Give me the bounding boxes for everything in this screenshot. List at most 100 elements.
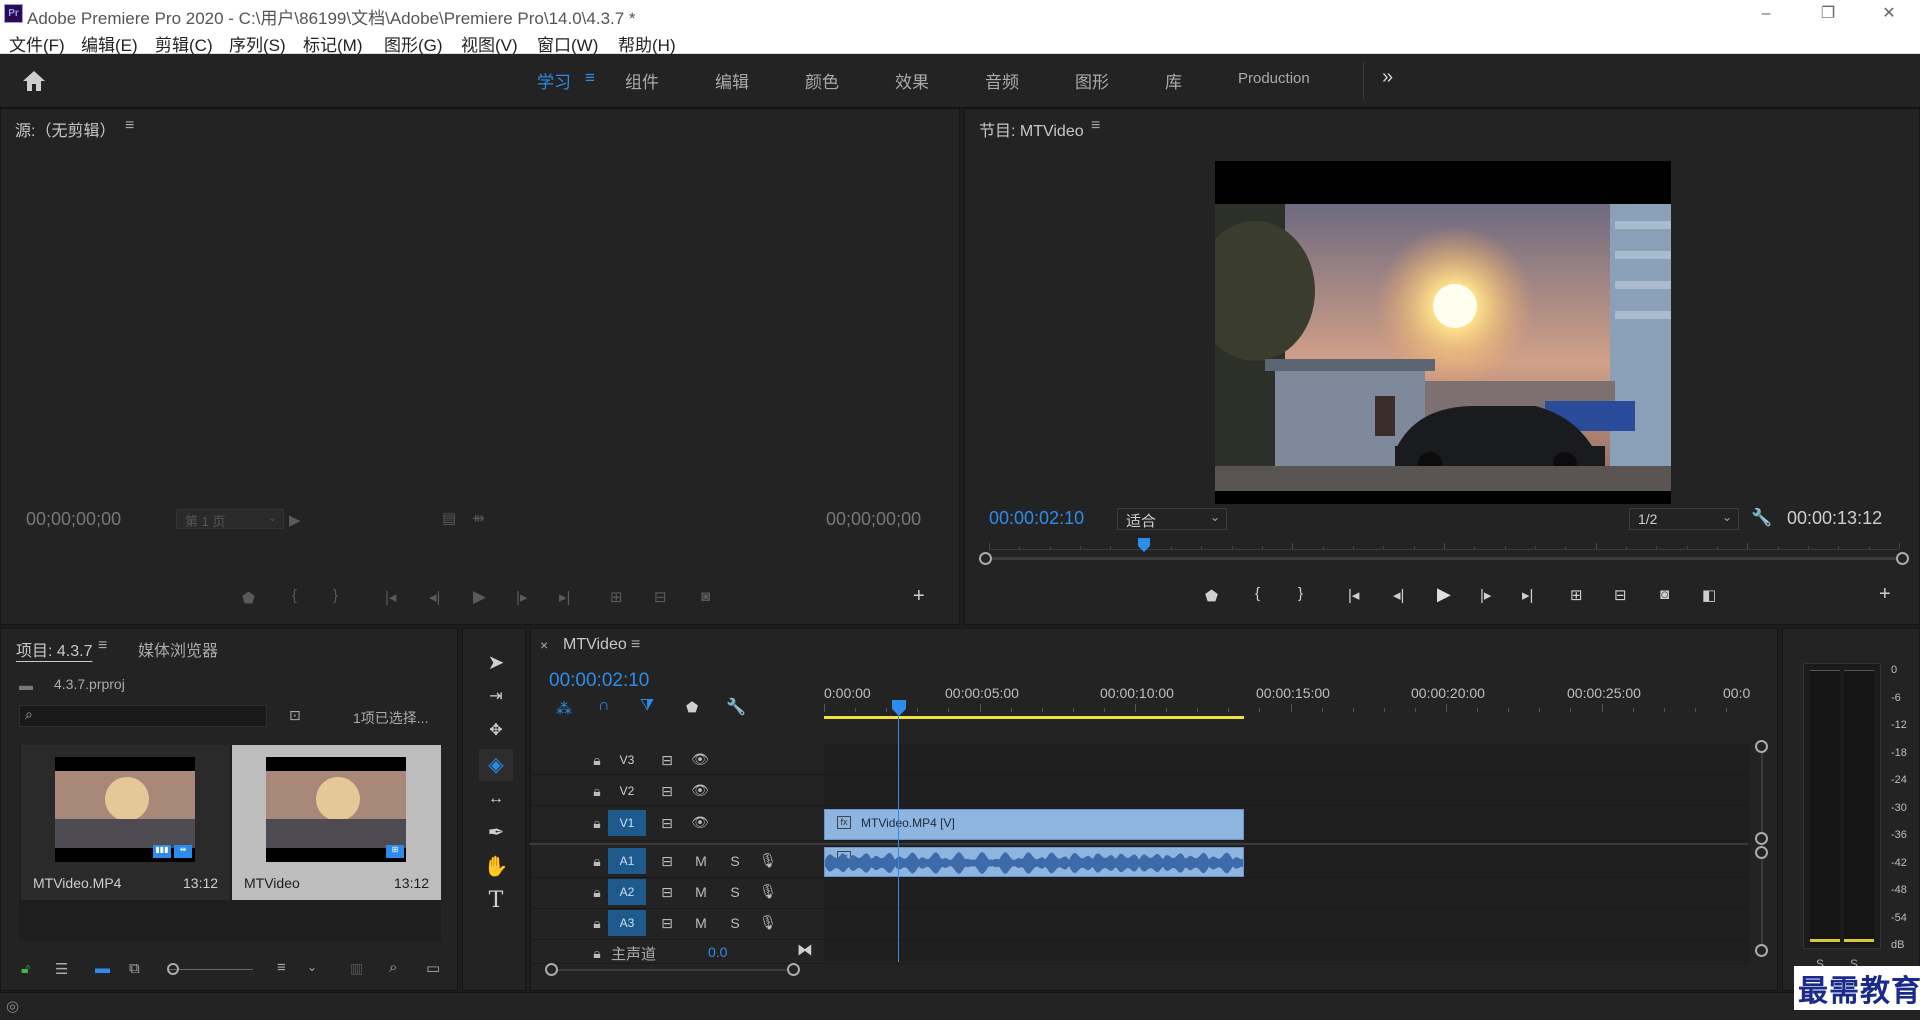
overwrite-clip-icon[interactable]: ⊟ xyxy=(654,588,667,606)
timeline-timecode[interactable]: 00:00:02:10 xyxy=(549,670,649,692)
program-playhead[interactable] xyxy=(1137,538,1150,552)
eye-icon[interactable]: 👁︎ xyxy=(690,782,710,799)
eye-icon[interactable]: 👁︎ xyxy=(690,751,710,768)
menu-sequence[interactable]: 序列(S) xyxy=(229,31,286,56)
pen-tool-icon[interactable]: ✒ xyxy=(479,817,513,849)
scrubber-end-handle[interactable] xyxy=(1896,552,1909,565)
source-timecode-current[interactable]: 00;00;00;00 xyxy=(26,509,121,530)
go-to-out-icon[interactable]: ▸| xyxy=(559,588,570,606)
solo-button[interactable]: S xyxy=(725,915,745,931)
close-button[interactable]: ✕ xyxy=(1866,2,1912,26)
workspace-tab-audio[interactable]: 音频 xyxy=(985,68,1019,93)
go-to-edit-icon[interactable]: ⧓ xyxy=(797,940,813,960)
source-monitor-title[interactable]: 源:（无剪辑） xyxy=(15,117,115,141)
lock-icon[interactable]: 🔓︎ xyxy=(21,960,30,977)
add-marker-icon[interactable]: ⬟ xyxy=(1205,587,1218,605)
program-scrubber[interactable] xyxy=(979,536,1909,566)
microphone-icon[interactable]: 🎙︎ xyxy=(758,852,778,869)
sync-lock-icon[interactable]: ⊟ xyxy=(657,815,677,832)
lock-icon[interactable]: 🔒︎ xyxy=(587,783,607,800)
mark-in-icon[interactable]: { xyxy=(292,587,297,604)
lock-icon[interactable]: 🔒︎ xyxy=(587,853,607,870)
step-back-icon[interactable]: ◂| xyxy=(429,588,440,606)
panel-menu-icon[interactable]: ≡ xyxy=(631,636,640,654)
new-bin-icon[interactable]: ▭ xyxy=(426,959,440,977)
zoom-slider-handle[interactable] xyxy=(167,963,179,975)
add-button-icon[interactable]: + xyxy=(1879,583,1891,606)
play-arrow-icon[interactable]: ▶ xyxy=(289,511,301,529)
camera-icon[interactable]: ◙ xyxy=(1660,586,1669,603)
razor-tool-icon[interactable]: ◈ xyxy=(479,749,513,781)
solo-button[interactable]: S xyxy=(725,853,745,869)
creative-cloud-icon[interactable]: ◎ xyxy=(6,997,19,1015)
eye-icon[interactable]: 👁︎ xyxy=(690,814,710,831)
track-target-v3[interactable]: V3 xyxy=(608,747,646,773)
workspace-menu-icon[interactable]: ≡ xyxy=(585,68,595,88)
comparison-view-icon[interactable]: ◧ xyxy=(1702,586,1716,604)
resolution-select[interactable]: 1/2 ⌄ xyxy=(1629,508,1739,530)
workspace-tab-effects[interactable]: 效果 xyxy=(895,68,929,93)
panel-menu-icon[interactable]: ≡ xyxy=(125,117,134,135)
mute-button[interactable]: M xyxy=(691,853,711,869)
solo-button[interactable]: S xyxy=(725,884,745,900)
lock-icon[interactable]: 🔒︎ xyxy=(587,945,607,962)
restore-button[interactable]: ❐ xyxy=(1805,2,1851,26)
menu-edit[interactable]: 编辑(E) xyxy=(81,31,138,56)
menu-window[interactable]: 窗口(W) xyxy=(537,31,598,56)
list-view-icon[interactable]: ☰ xyxy=(55,960,68,978)
audio-clip[interactable]: fx xyxy=(824,847,1244,877)
timeline-tab[interactable]: MTVideo xyxy=(563,636,627,654)
hand-tool-icon[interactable]: ✋ xyxy=(479,851,513,883)
ripple-edit-tool-icon[interactable]: ✥ xyxy=(479,715,513,747)
type-tool-icon[interactable]: T xyxy=(479,885,513,917)
add-marker-icon[interactable]: ⬟ xyxy=(242,589,255,607)
workspace-tab-production[interactable]: Production xyxy=(1238,70,1310,87)
track-target-a1[interactable]: A1 xyxy=(608,848,646,874)
mark-out-icon[interactable]: } xyxy=(333,587,338,604)
track-target-a2[interactable]: A2 xyxy=(608,879,646,905)
drop-icon[interactable]: ▤ xyxy=(442,509,456,527)
project-item[interactable]: ▮▮▮ ⇹ MTVideo.MP4 13:12 xyxy=(21,745,230,900)
workspace-tab-learn[interactable]: 学习 xyxy=(537,68,571,93)
insert-clip-icon[interactable]: ⊞ xyxy=(610,588,623,606)
page-select[interactable]: 第 1 页 ⌄ xyxy=(176,509,284,529)
menu-file[interactable]: 文件(F) xyxy=(9,31,65,56)
snap-magnet-icon[interactable]: ∩ xyxy=(598,697,610,715)
timeline-playhead[interactable] xyxy=(891,700,906,962)
new-bin-from-search-icon[interactable]: ⊡ xyxy=(289,707,301,724)
menu-marker[interactable]: 标记(M) xyxy=(303,31,362,56)
sync-lock-icon[interactable]: ⊟ xyxy=(657,915,677,932)
lift-icon[interactable]: ⊞ xyxy=(1570,586,1583,604)
insert-icon[interactable]: ⇻ xyxy=(472,509,485,527)
work-area-bar[interactable] xyxy=(824,716,1244,719)
chevron-down-icon[interactable]: ⌄ xyxy=(307,960,317,974)
menu-help[interactable]: 帮助(H) xyxy=(618,31,676,56)
menu-view[interactable]: 视图(V) xyxy=(461,31,518,56)
step-back-icon[interactable]: ◂| xyxy=(1393,586,1404,604)
timeline-settings-icon[interactable]: 🔧 xyxy=(726,697,746,717)
fit-select[interactable]: 适合 ⌄ xyxy=(1117,508,1227,530)
play-icon[interactable]: ▶ xyxy=(473,587,486,607)
workspace-tab-graphics[interactable]: 图形 xyxy=(1075,68,1109,93)
selection-tool-icon[interactable]: ➤ xyxy=(479,647,513,679)
zoom-slider[interactable] xyxy=(169,969,253,970)
play-icon[interactable]: ▶ xyxy=(1437,584,1451,605)
microphone-icon[interactable]: 🎙︎ xyxy=(758,914,778,931)
add-button-icon[interactable]: + xyxy=(913,585,925,608)
mark-in-icon[interactable]: { xyxy=(1255,585,1260,602)
more-workspaces-icon[interactable]: » xyxy=(1382,66,1393,89)
sync-lock-icon[interactable]: ⊟ xyxy=(657,783,677,800)
step-forward-icon[interactable]: |▸ xyxy=(516,588,527,606)
project-item-selected[interactable]: ⊞ MTVideo 13:12 xyxy=(232,745,441,900)
lock-icon[interactable]: 🔒︎ xyxy=(587,815,607,832)
workspace-tab-editing[interactable]: 编辑 xyxy=(715,68,749,93)
master-volume-value[interactable]: 0.0 xyxy=(708,944,727,960)
slip-tool-icon[interactable]: ↔ xyxy=(479,783,513,815)
sync-lock-icon[interactable]: ⊟ xyxy=(657,884,677,901)
menu-clip[interactable]: 剪辑(C) xyxy=(155,31,213,56)
menu-graphics[interactable]: 图形(G) xyxy=(384,31,443,56)
workspace-tab-assembly[interactable]: 组件 xyxy=(625,68,659,93)
panel-menu-icon[interactable]: ≡ xyxy=(1091,117,1100,135)
program-monitor-title[interactable]: 节目: MTVideo xyxy=(979,117,1084,141)
scrubber-start-handle[interactable] xyxy=(979,552,992,565)
